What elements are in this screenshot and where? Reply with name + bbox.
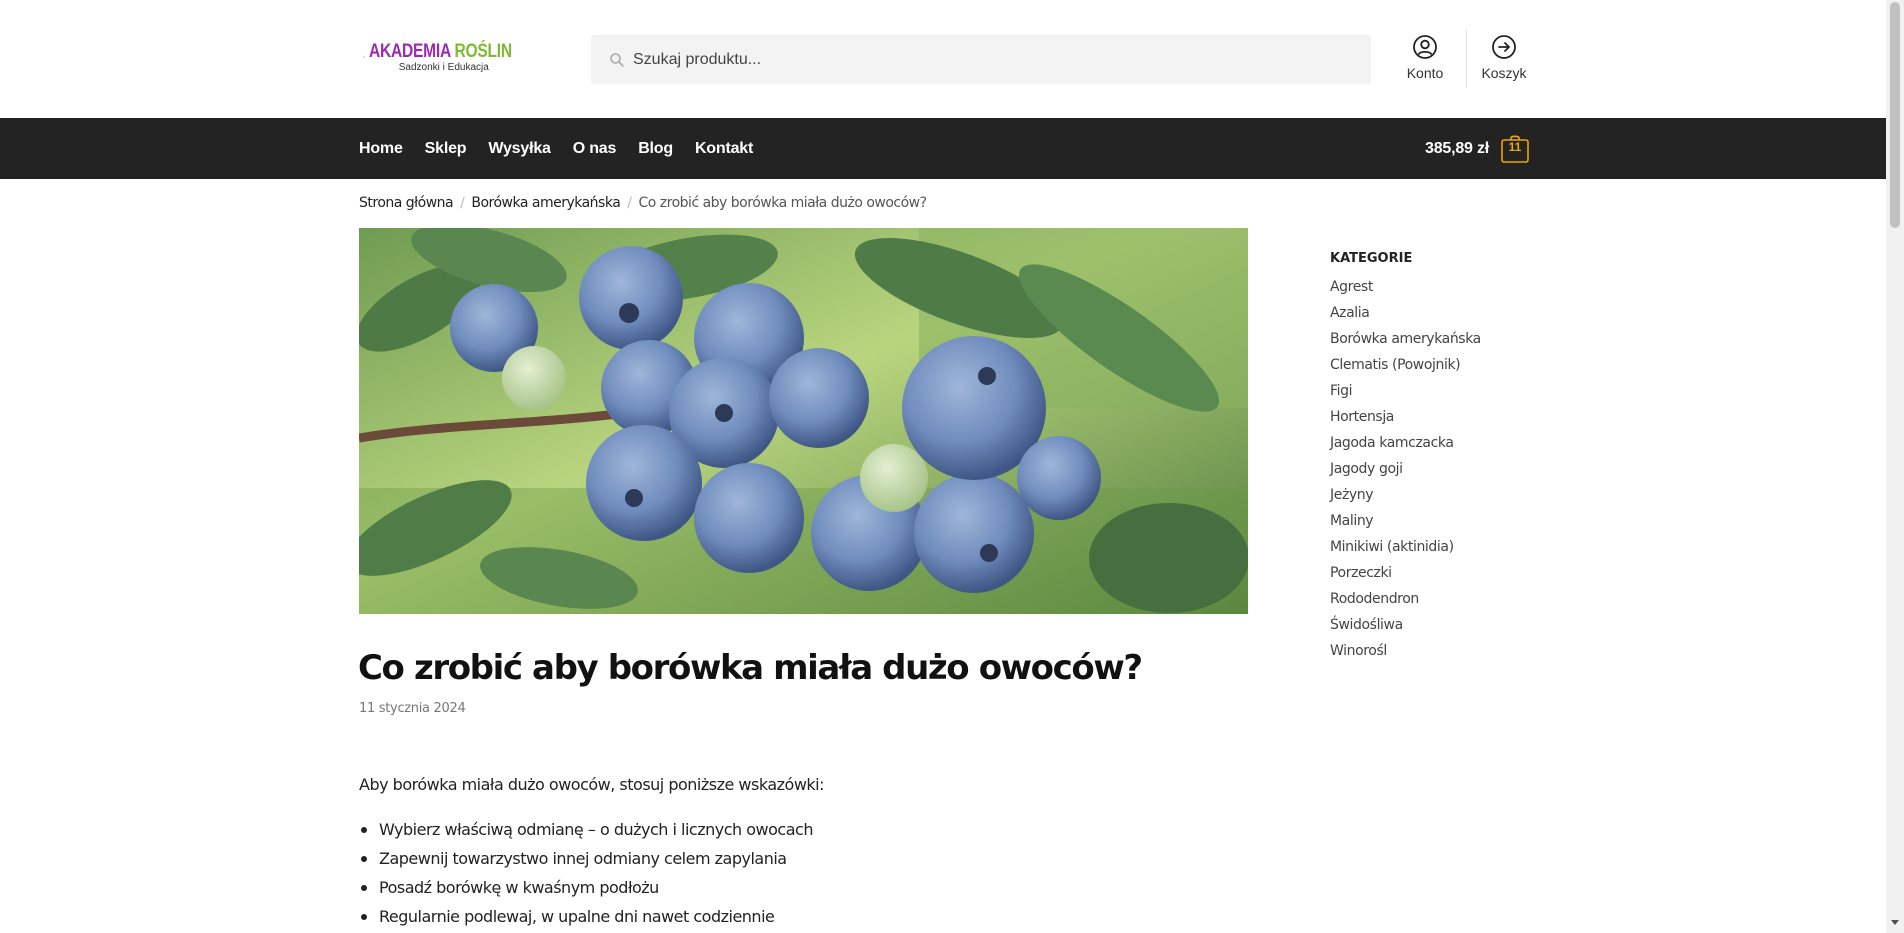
category-link[interactable]: Świdośliwa: [1330, 615, 1481, 641]
logo-title-part1: AKADEMIA: [368, 41, 451, 62]
article-title: Co zrobić aby borówka miała dużo owoców?: [358, 648, 1143, 688]
site-header: AKADEMIA ROŚLIN Sadzonki i Edukacja Kont…: [0, 0, 1886, 118]
list-item: Posadź borówkę w kwaśnym podłożu: [359, 877, 813, 906]
blueberries-photo: [359, 228, 1248, 614]
cart-count-badge: 11: [1508, 140, 1522, 154]
category-link[interactable]: Winorośl: [1330, 641, 1481, 667]
categories-heading: KATEGORIE: [1330, 251, 1413, 266]
nav-item-home[interactable]: Home: [359, 140, 403, 158]
page-scrollbar[interactable]: [1886, 0, 1904, 933]
category-link[interactable]: Maliny: [1330, 511, 1481, 537]
scroll-down-arrow-icon[interactable]: [1891, 920, 1899, 925]
breadcrumb-separator: /: [627, 195, 632, 211]
category-link[interactable]: Hortensja: [1330, 407, 1481, 433]
list-item: Regularnie podlewaj, w upalne dni nawet …: [359, 906, 813, 933]
leaf-logo-icon: [363, 56, 365, 58]
article-intro: Aby borówka miała dużo owoców, stosuj po…: [359, 775, 825, 794]
breadcrumb: Strona główna / Borówka amerykańska / Co…: [359, 195, 927, 211]
categories-list: Agrest Azalia Borówka amerykańska Clemat…: [1330, 277, 1481, 667]
user-circle-icon: [1413, 35, 1437, 59]
nav-menu: Home Sklep Wysyłka O nas Blog Kontakt: [359, 118, 775, 179]
logo-text: AKADEMIA ROŚLIN Sadzonki i Edukacja: [369, 41, 543, 73]
logo-title: AKADEMIA ROŚLIN: [369, 41, 512, 63]
site-logo[interactable]: AKADEMIA ROŚLIN Sadzonki i Edukacja: [363, 32, 543, 82]
cart-total[interactable]: 385,89 zł: [1425, 140, 1489, 158]
category-link[interactable]: Jagody goji: [1330, 459, 1481, 485]
account-label: Konto: [1406, 65, 1444, 81]
scrollbar-thumb[interactable]: [1890, 2, 1900, 228]
category-link[interactable]: Porzeczki: [1330, 563, 1481, 589]
search-input[interactable]: [633, 35, 1353, 84]
category-link[interactable]: Clematis (Powojnik): [1330, 355, 1481, 381]
category-link[interactable]: Agrest: [1330, 277, 1481, 303]
nav-item-shop[interactable]: Sklep: [425, 140, 467, 158]
cart-link[interactable]: Koszyk: [1469, 34, 1539, 81]
breadcrumb-home[interactable]: Strona główna: [359, 195, 454, 211]
account-link[interactable]: Konto: [1390, 34, 1460, 81]
tips-list: Wybierz właściwą odmianę – o dużych i li…: [359, 819, 813, 933]
breadcrumb-separator: /: [460, 195, 465, 211]
category-link[interactable]: Minikiwi (aktinidia): [1330, 537, 1481, 563]
header-divider: [1466, 30, 1467, 88]
nav-item-blog[interactable]: Blog: [638, 140, 673, 158]
nav-item-about[interactable]: O nas: [573, 140, 617, 158]
logo-title-part2: ROŚLIN: [454, 41, 512, 62]
category-link[interactable]: Borówka amerykańska: [1330, 329, 1481, 355]
nav-item-shipping[interactable]: Wysyłka: [488, 140, 551, 158]
main-navigation: Home Sklep Wysyłka O nas Blog Kontakt: [0, 118, 1886, 179]
breadcrumb-category[interactable]: Borówka amerykańska: [471, 195, 620, 211]
category-link[interactable]: Azalia: [1330, 303, 1481, 329]
cart-label: Koszyk: [1481, 65, 1527, 81]
breadcrumb-current: Co zrobić aby borówka miała dużo owoców?: [638, 195, 928, 211]
article-date: 11 stycznia 2024: [359, 701, 466, 716]
category-link[interactable]: Rododendron: [1330, 589, 1481, 615]
list-item: Wybierz właściwą odmianę – o dużych i li…: [359, 819, 813, 848]
nav-item-contact[interactable]: Kontakt: [695, 140, 753, 158]
logo-subtitle: Sadzonki i Edukacja: [398, 62, 489, 73]
category-link[interactable]: Figi: [1330, 381, 1481, 407]
search-icon: [610, 53, 624, 67]
list-item: Zapewnij towarzystwo innej odmiany celem…: [359, 848, 813, 877]
arrow-right-circle-icon: [1492, 35, 1516, 59]
product-search[interactable]: [591, 35, 1371, 84]
category-link[interactable]: Jeżyny: [1330, 485, 1481, 511]
category-link[interactable]: Jagoda kamczacka: [1330, 433, 1481, 459]
